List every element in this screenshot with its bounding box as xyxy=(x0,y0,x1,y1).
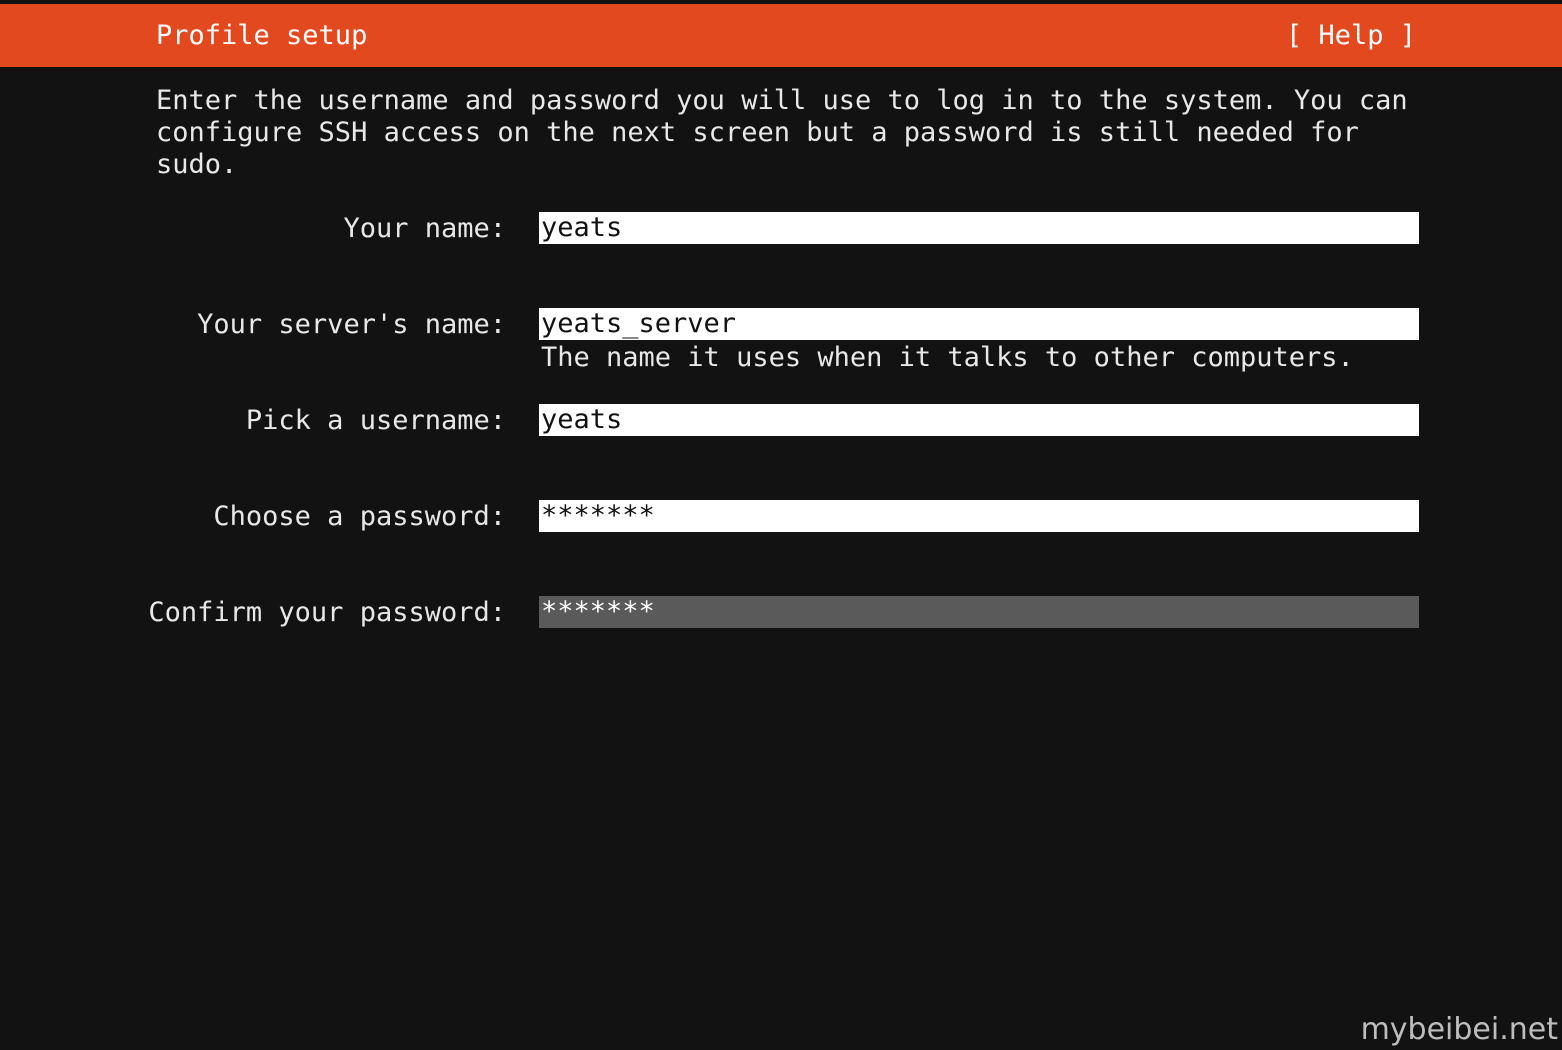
server-name-row: Your server's name: yeats_server The nam… xyxy=(0,308,1562,373)
username-label: Pick a username: xyxy=(245,405,506,436)
your-name-label: Your name: xyxy=(343,213,506,244)
password-row: Choose a password: ******* xyxy=(0,500,1562,534)
confirm-password-input[interactable]: ******* xyxy=(539,596,1419,628)
password-input[interactable]: ******* xyxy=(539,500,1419,532)
your-name-row: Your name: yeats xyxy=(0,212,1562,246)
server-name-label: Your server's name: xyxy=(197,309,506,340)
header-bar: Profile setup [ Help ] xyxy=(0,4,1562,67)
watermark: mybeibei.net xyxy=(1360,1012,1558,1047)
username-input[interactable]: yeats xyxy=(539,404,1419,436)
help-button[interactable]: [ Help ] xyxy=(1286,18,1416,54)
username-row: Pick a username: yeats xyxy=(0,404,1562,438)
confirm-password-row: Confirm your password: ******* xyxy=(0,596,1562,630)
confirm-password-label: Confirm your password: xyxy=(148,597,506,628)
server-name-input[interactable]: yeats_server xyxy=(539,308,1419,340)
your-name-input[interactable]: yeats xyxy=(539,212,1419,244)
intro-text: Enter the username and password you will… xyxy=(156,85,1408,180)
page-title: Profile setup xyxy=(156,20,368,51)
server-name-hint: The name it uses when it talks to other … xyxy=(541,342,1354,373)
password-label: Choose a password: xyxy=(213,501,506,532)
